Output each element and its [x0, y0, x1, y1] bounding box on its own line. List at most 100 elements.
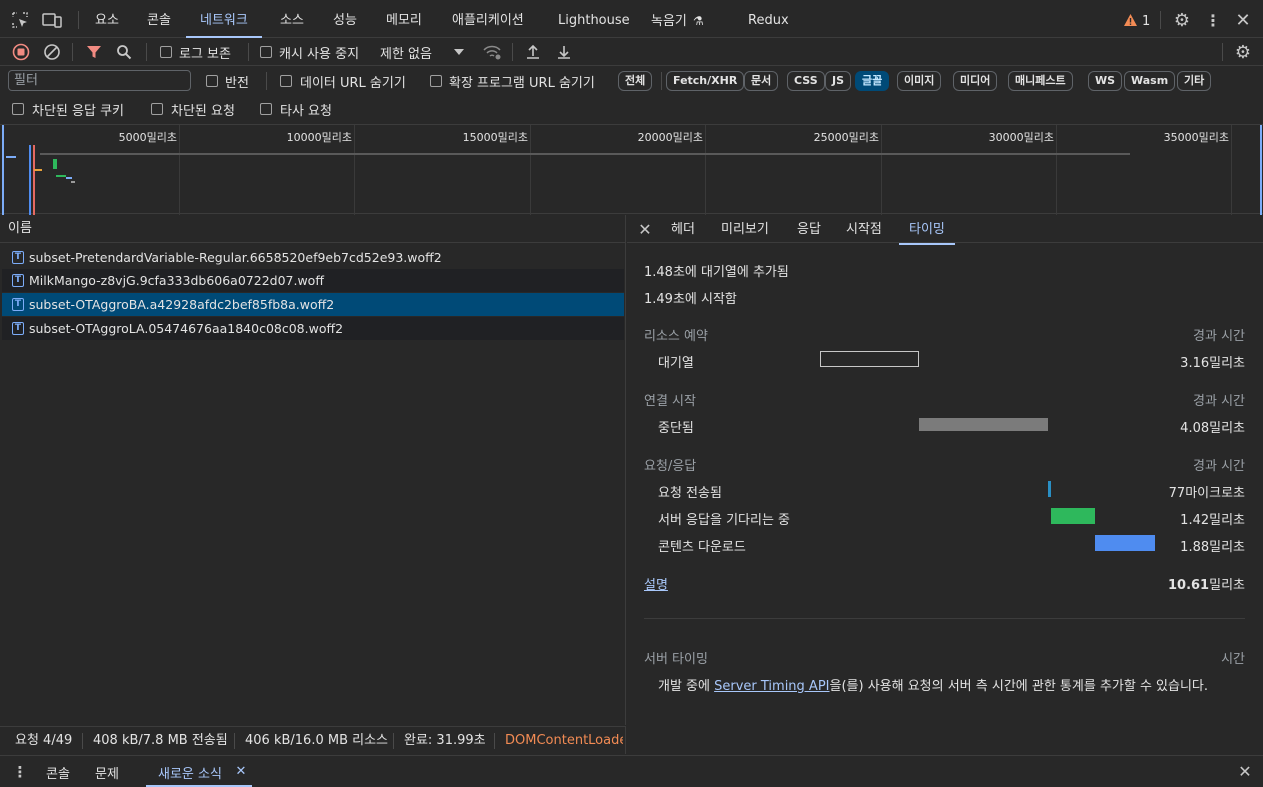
tab-elements[interactable]: 요소: [95, 0, 119, 38]
started-at-text: 1.49초에 시작함: [644, 292, 737, 307]
type-filter-font[interactable]: 글꼴: [855, 71, 890, 91]
hide-extension-urls-label: 확장 프로그램 URL 숨기기: [449, 76, 595, 91]
finish-time: 완료: 31.99초: [404, 733, 486, 748]
duration-header: 경과 시간: [1193, 459, 1245, 474]
tab-initiator[interactable]: 시작점: [846, 215, 882, 244]
filter-input[interactable]: 필터: [8, 70, 191, 91]
search-icon[interactable]: [114, 42, 134, 62]
tab-recorder[interactable]: 녹음기 ⚗: [651, 0, 704, 38]
drawer-tab-whats-new[interactable]: 새로운 소식: [158, 763, 222, 782]
chevron-down-icon[interactable]: [452, 44, 466, 60]
import-har-icon[interactable]: [523, 42, 543, 62]
overview-right-handle[interactable]: [1257, 125, 1262, 215]
queueing-value: 3.16밀리초: [1180, 356, 1245, 371]
third-party-checkbox[interactable]: [260, 103, 272, 115]
server-timing-note-pre: 개발 중에: [658, 679, 715, 694]
type-filter-js[interactable]: JS: [825, 71, 852, 91]
drawer-tab-issues[interactable]: 문제: [95, 763, 119, 782]
export-har-icon[interactable]: [554, 42, 574, 62]
type-filter-fetch-xhr[interactable]: Fetch/XHR: [666, 71, 745, 91]
blocked-requests-checkbox[interactable]: [151, 103, 163, 115]
total-time: 10.61밀리초: [1105, 574, 1245, 593]
tab-headers[interactable]: 헤더: [671, 215, 695, 244]
close-tab-icon[interactable]: ✕: [233, 763, 249, 779]
type-filter-wasm[interactable]: Wasm: [1124, 71, 1176, 91]
network-overview[interactable]: 5000밀리초 10000밀리초 15000밀리초 20000밀리초 25000…: [0, 124, 1263, 215]
table-row-selected[interactable]: T subset-OTAggroBA.a42928afdc2bef85fb8a.…: [2, 293, 624, 316]
server-timing-note-post: 을(를) 사용해 요청의 서버 측 시간에 관한 통계를 추가할 수 있습니다.: [829, 679, 1209, 694]
tab-redux[interactable]: Redux: [748, 0, 789, 38]
network-conditions-icon[interactable]: [481, 42, 503, 62]
table-row[interactable]: T subset-PretendardVariable-Regular.6658…: [2, 246, 624, 269]
invert-label: 반전: [225, 76, 249, 91]
preserve-log-label: 로그 보존: [179, 47, 231, 62]
overview-left-handle[interactable]: [2, 125, 7, 215]
overview-mark: [66, 177, 72, 179]
type-filter-img[interactable]: 이미지: [897, 71, 942, 91]
stalled-value: 4.08밀리초: [1180, 421, 1245, 436]
download-label: 콘텐츠 다운로드: [658, 540, 746, 555]
explanation-link[interactable]: 설명: [644, 574, 668, 593]
type-filter-ws[interactable]: WS: [1088, 71, 1123, 91]
type-filter-media[interactable]: 미디어: [953, 71, 998, 91]
dom-content-loaded-time: DOMContentLoade: [505, 733, 623, 748]
tab-timing[interactable]: 타이밍: [899, 215, 955, 245]
close-detail-icon[interactable]: ✕: [636, 220, 654, 239]
tab-preview[interactable]: 미리보기: [721, 215, 769, 244]
tab-sources[interactable]: 소스: [280, 0, 304, 38]
drawer-tab-console[interactable]: 콘솔: [46, 763, 70, 782]
download-value: 1.88밀리초: [1180, 540, 1245, 555]
server-timing-api-link[interactable]: Server Timing API: [714, 679, 829, 694]
tab-memory[interactable]: 메모리: [386, 0, 422, 38]
divider: [644, 618, 1245, 619]
type-filter-all[interactable]: 전체: [618, 71, 653, 91]
filter-icon[interactable]: [84, 42, 104, 62]
warning-icon[interactable]: [1122, 12, 1138, 28]
tab-recorder-label: 녹음기: [651, 14, 687, 29]
warning-count[interactable]: 1: [1142, 14, 1150, 29]
request-name: subset-OTAggroLA.05474676aa1840c08c08.wo…: [29, 321, 344, 336]
tab-network[interactable]: 네트워크: [186, 0, 262, 38]
type-filter-manifest[interactable]: 매니페스트: [1008, 71, 1073, 91]
overview-tick: 30000밀리초: [988, 131, 1054, 144]
inspect-element-icon[interactable]: [10, 10, 30, 30]
overview-tick: 20000밀리초: [637, 131, 703, 144]
overview-mark: [71, 181, 75, 183]
throttling-select[interactable]: 제한 없음: [380, 43, 432, 62]
transferred-size: 408 kB/7.8 MB 전송됨: [93, 733, 228, 748]
overview-mark: [34, 169, 42, 171]
hide-data-urls-checkbox[interactable]: [280, 75, 292, 87]
clear-icon[interactable]: [42, 42, 62, 62]
name-column-header[interactable]: 이름: [0, 215, 625, 243]
disable-cache-checkbox[interactable]: [260, 46, 272, 58]
preserve-log-checkbox[interactable]: [160, 46, 172, 58]
tab-lighthouse[interactable]: Lighthouse: [558, 0, 630, 38]
table-row[interactable]: T subset-OTAggroLA.05474676aa1840c08c08.…: [2, 317, 624, 340]
tab-performance[interactable]: 성능: [333, 0, 357, 38]
close-devtools-icon[interactable]: ✕: [1233, 10, 1253, 31]
tab-console[interactable]: 콘솔: [147, 0, 171, 38]
dcl-marker: [29, 145, 31, 215]
network-toolbar: 로그 보존 캐시 사용 중지 제한 없음 ⚙: [0, 38, 1263, 66]
resources-size: 406 kB/16.0 MB 리소스: [245, 733, 388, 748]
close-drawer-icon[interactable]: ✕: [1236, 762, 1254, 781]
table-row[interactable]: T MilkMango-z8vjG.9cfa333db606a0722d07.w…: [2, 269, 624, 292]
duration-header: 경과 시간: [1193, 394, 1245, 409]
stop-recording-icon[interactable]: [11, 42, 31, 62]
type-filter-css[interactable]: CSS: [787, 71, 825, 91]
type-filter-doc[interactable]: 문서: [744, 71, 779, 91]
device-toolbar-icon[interactable]: [40, 10, 64, 30]
network-settings-gear-icon[interactable]: ⚙: [1233, 41, 1253, 63]
type-filter-other[interactable]: 기타: [1177, 71, 1212, 91]
tab-application[interactable]: 애플리케이션: [452, 0, 524, 38]
more-options-icon[interactable]: ⋮: [1204, 10, 1222, 30]
tab-response[interactable]: 응답: [797, 215, 821, 244]
queueing-label: 대기열: [658, 356, 694, 371]
blocked-cookies-checkbox[interactable]: [12, 103, 24, 115]
drawer-menu-icon[interactable]: ⋮: [12, 762, 28, 782]
total-time-value: 10.61: [1167, 578, 1210, 593]
hide-extension-urls-checkbox[interactable]: [430, 75, 442, 87]
duration-header: 경과 시간: [1193, 329, 1245, 344]
invert-checkbox[interactable]: [206, 75, 218, 87]
settings-gear-icon[interactable]: ⚙: [1172, 10, 1192, 31]
